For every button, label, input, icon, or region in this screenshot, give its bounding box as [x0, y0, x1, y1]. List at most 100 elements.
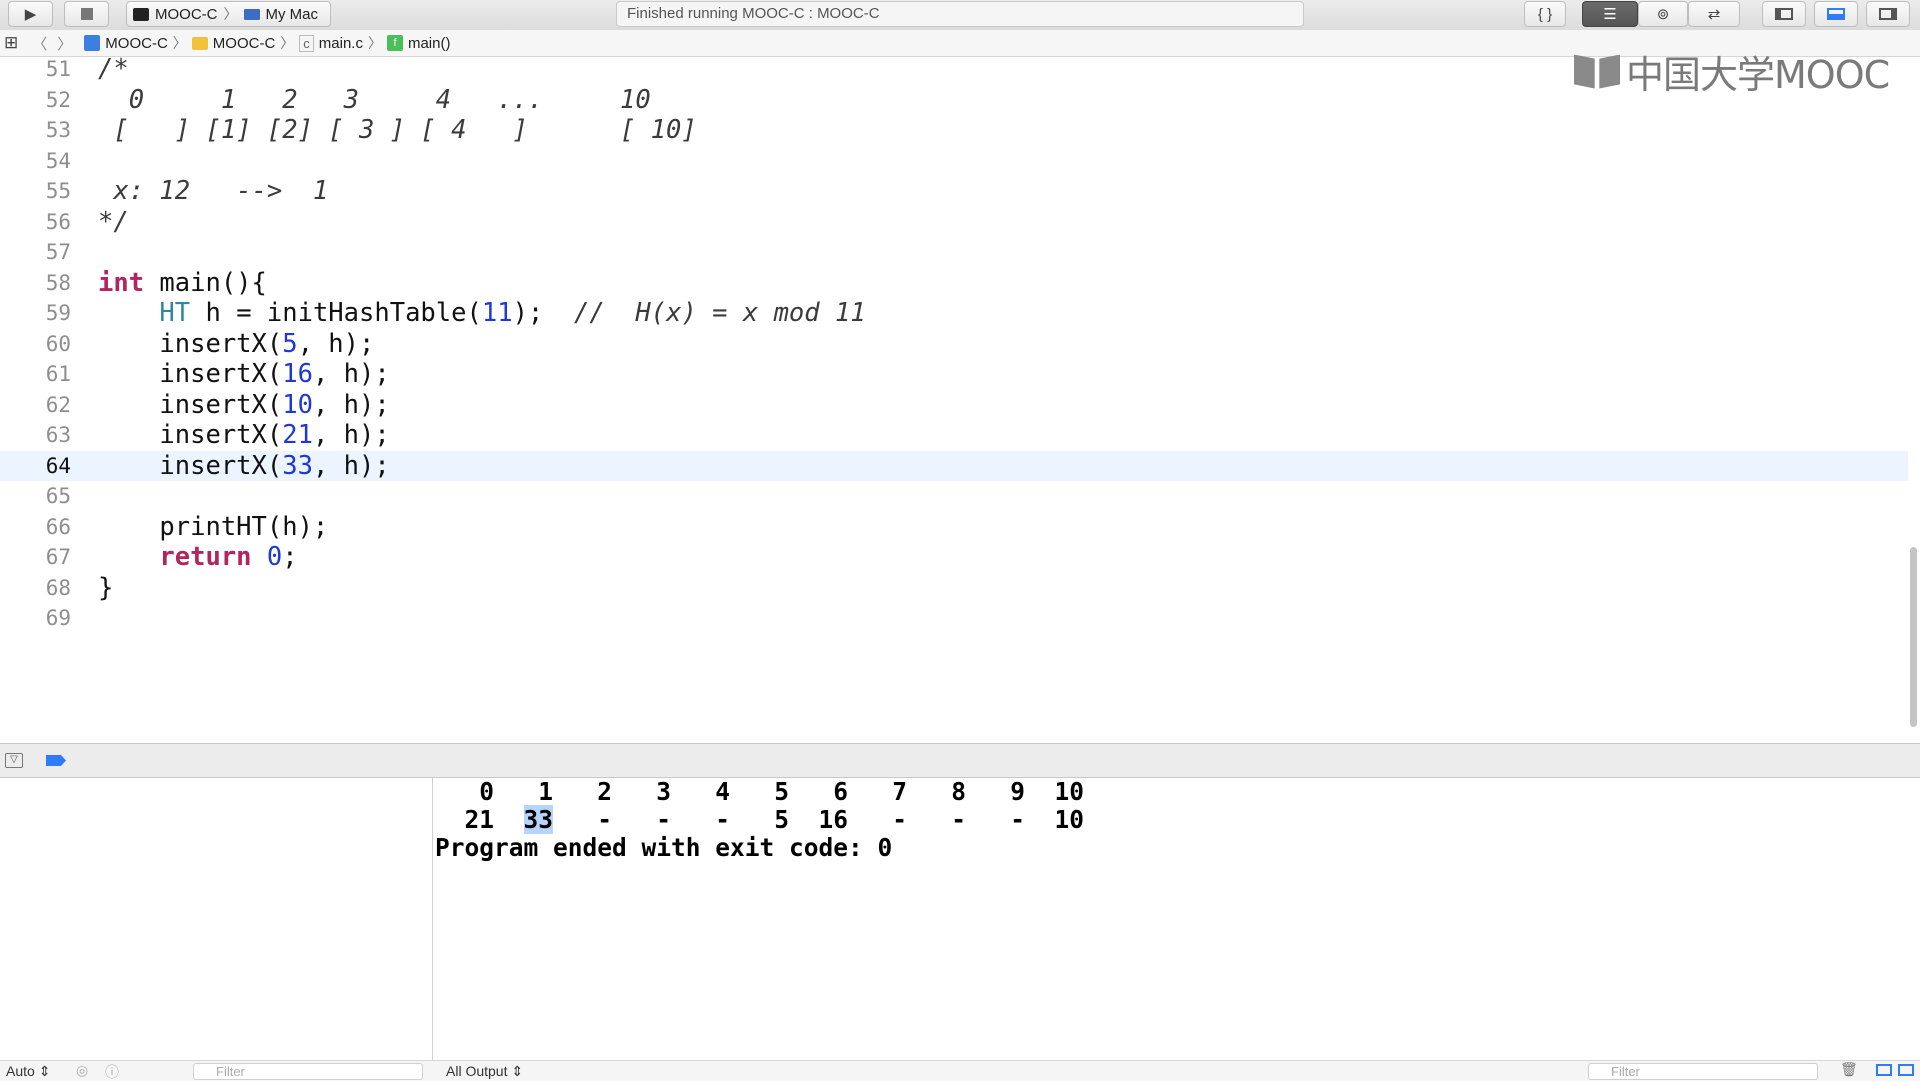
code-text: return 0; — [159, 542, 298, 572]
code-line[interactable]: 63 insertX(21, h); — [0, 420, 1908, 451]
line-number: 58 — [45, 270, 71, 295]
variables-filter-placeholder: Filter — [216, 1064, 245, 1079]
line-number: 62 — [45, 392, 71, 417]
activity-view: Finished running MOOC-C : MOOC-C — [616, 1, 1304, 27]
line-number: 67 — [45, 545, 71, 569]
run-button[interactable]: ▶ — [8, 1, 53, 27]
variables-view — [0, 778, 433, 1060]
right-panel-icon — [1879, 8, 1897, 20]
forward-icon[interactable]: 〉 — [57, 33, 72, 54]
debug-area-toggle-button[interactable] — [1814, 1, 1858, 27]
assistant-editor-button[interactable]: ⊚ — [1638, 1, 1688, 27]
project-icon — [84, 35, 101, 51]
line-number: 56 — [45, 209, 71, 234]
info-icon[interactable]: ⓘ — [105, 1062, 119, 1082]
line-number: 52 — [45, 87, 71, 112]
hide-debug-area-icon[interactable]: ▽ — [5, 753, 23, 768]
code-line[interactable]: 56 */ — [0, 207, 1908, 238]
stop-button[interactable] — [64, 1, 109, 27]
code-line[interactable]: 57 — [0, 237, 1908, 268]
code-snippet-button[interactable]: { } — [1524, 1, 1566, 27]
code-text: insertX(33, h); — [98, 450, 390, 481]
trash-icon[interactable]: 🗑 — [1840, 1061, 1858, 1078]
folder-icon — [191, 36, 208, 50]
chevron-right-icon: 〉 — [172, 35, 187, 51]
eye-icon[interactable]: ◎ — [76, 1062, 88, 1079]
console-exit-line: Program ended with exit code: 0 — [435, 833, 893, 862]
console-filter-placeholder: Filter — [1611, 1064, 1640, 1079]
code-text: int main(){ — [98, 267, 267, 298]
breakpoints-toggle-icon[interactable] — [46, 755, 66, 766]
code-line[interactable]: 60 insertX(5, h); — [0, 329, 1908, 360]
code-line[interactable]: 61 insertX(16, h); — [0, 359, 1908, 390]
auto-scope-selector[interactable]: Auto ⇕ — [6, 1063, 50, 1080]
code-text: insertX(21, h); — [98, 420, 390, 450]
scheme-label: MOOC-C — [155, 5, 218, 23]
code-line[interactable]: 55 x: 12 --> 1 — [0, 176, 1908, 207]
code-line[interactable]: 54 — [0, 146, 1908, 177]
line-number: 63 — [45, 423, 71, 447]
scheme-selector[interactable]: MOOC-C 〉 My Mac — [126, 1, 331, 27]
code-text: 0 1 2 3 4 ... 10 — [98, 84, 651, 115]
code-line[interactable]: 68} — [0, 573, 1908, 604]
line-number: 53 — [45, 118, 71, 142]
grid-icon[interactable]: ⊞ — [4, 33, 18, 53]
bottom-panel-icon — [1827, 8, 1845, 20]
line-number: 69 — [45, 606, 71, 630]
line-number: 64 — [45, 453, 71, 478]
code-line[interactable]: 67 return 0; — [0, 542, 1908, 573]
c-file-icon: c — [299, 34, 314, 52]
code-line[interactable]: 58 int main(){ — [0, 268, 1908, 299]
left-panel-icon — [1775, 8, 1793, 20]
back-icon[interactable]: 〈 — [32, 33, 47, 54]
line-number: 54 — [45, 148, 71, 173]
code-text: insertX(10, h); — [98, 389, 390, 420]
console-filter-input[interactable]: Filter — [1588, 1063, 1818, 1080]
output-selector[interactable]: All Output ⇕ — [446, 1063, 523, 1080]
selected-text: 33 — [523, 805, 554, 834]
code-line[interactable]: 69 — [0, 603, 1908, 634]
console-output[interactable]: 0 1 2 3 4 5 6 7 8 9 10 21 33 - - - 5 16 … — [433, 778, 1920, 1060]
navigator-toggle-button[interactable] — [1762, 1, 1806, 27]
code-text: } — [98, 572, 114, 603]
code-text: insertX(5, h); — [98, 328, 375, 359]
jumpbar-function-label: main() — [407, 34, 451, 52]
split-left-icon[interactable] — [1876, 1064, 1892, 1076]
code-line[interactable]: 62 insertX(10, h); — [0, 390, 1908, 421]
function-icon: f — [386, 35, 403, 51]
utilities-toggle-button[interactable] — [1866, 1, 1910, 27]
line-number: 65 — [45, 484, 71, 508]
line-number: 68 — [45, 575, 71, 600]
code-line[interactable]: 66 printHT(h); — [0, 512, 1908, 543]
jumpbar-function[interactable]: f main() — [386, 34, 451, 52]
play-icon: ▶ — [24, 6, 37, 23]
jumpbar-file[interactable]: c main.c — [299, 34, 363, 52]
jumpbar-project[interactable]: MOOC-C — [84, 35, 168, 52]
code-line[interactable]: 53 [ ] [1] [2] [ 3 ] [ 4 ] [ 10] — [0, 115, 1908, 146]
mooc-logo: 中国大学MOOC — [1574, 44, 1890, 99]
laptop-icon — [243, 8, 260, 20]
code-line[interactable]: 65 — [0, 481, 1908, 512]
code-line[interactable]: 59 HT h = initHashTable(11); // H(x) = x… — [0, 298, 1908, 329]
line-number: 55 — [45, 179, 71, 203]
line-number: 61 — [45, 362, 71, 386]
source-editor[interactable]: 51/* 52 0 1 2 3 4 ... 10 53 [ ] [1] [2] [ … — [0, 54, 1920, 743]
jumpbar-folder[interactable]: MOOC-C — [191, 34, 276, 52]
version-editor-button[interactable]: ⇄ — [1688, 1, 1740, 27]
split-right-icon[interactable] — [1898, 1064, 1914, 1076]
code-text: insertX(16, h); — [98, 359, 390, 389]
code-text: [ ] [1] [2] [ 3 ] [ 4 ] [ 10] — [98, 115, 697, 145]
jumpbar-project-label: MOOC-C — [105, 34, 168, 52]
standard-editor-button[interactable]: ☰ — [1582, 1, 1638, 27]
editor-scrollbar[interactable] — [1910, 547, 1917, 727]
stop-icon — [80, 8, 93, 20]
lines-icon: ☰ — [1603, 6, 1617, 23]
line-number: 57 — [45, 240, 71, 264]
variables-filter-input[interactable]: Filter — [193, 1063, 423, 1080]
toolbar: ▶ MOOC-C 〉 My Mac Finished running MOOC-… — [0, 0, 1920, 31]
jumpbar-folder-label: MOOC-C — [212, 34, 276, 52]
value-row-end: - - - 5 16 - - - 10 — [553, 805, 1085, 834]
debug-bottom-bar: Auto ⇕ ◎ ⓘ Filter All Output ⇕ Filter 🗑 — [0, 1060, 1920, 1081]
debug-bar: ▽ — [0, 743, 1920, 778]
code-line[interactable]: 64 insertX(33, h); — [0, 450, 1908, 481]
